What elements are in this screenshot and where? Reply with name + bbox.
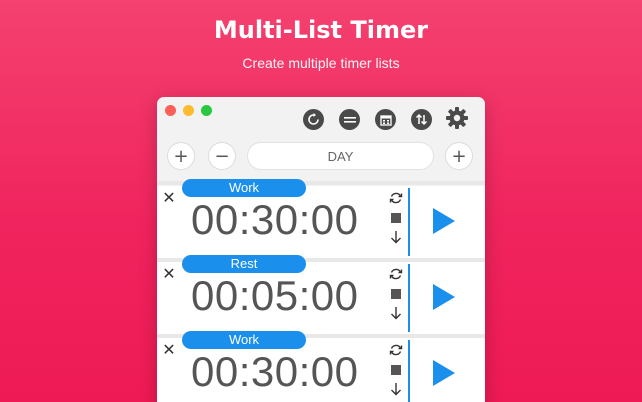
play-icon[interactable]: [433, 208, 455, 234]
arrow-down-icon[interactable]: [388, 229, 404, 245]
minimize-window-button[interactable]: [183, 105, 194, 116]
close-window-button[interactable]: [165, 105, 176, 116]
timer-row: Work ✕ 00:30:00: [157, 331, 485, 402]
reset-all-icon[interactable]: [303, 109, 324, 130]
timer-divider-line: [408, 340, 410, 402]
gear-icon[interactable]: [445, 106, 469, 130]
hero-subtitle: Create multiple timer lists: [242, 55, 400, 71]
list-controls: + − DAY +: [157, 141, 485, 181]
remove-list-button[interactable]: −: [208, 142, 236, 170]
delete-timer-icon[interactable]: ✕: [162, 266, 176, 282]
timer-divider-line: [408, 188, 410, 256]
timer-row: Rest ✕ 00:05:00: [157, 255, 485, 334]
add-list-button[interactable]: +: [445, 142, 473, 170]
reset-timer-icon[interactable]: [388, 342, 404, 358]
timer-row: Work ✕ 00:30:00: [157, 179, 485, 258]
play-icon[interactable]: [433, 360, 455, 386]
timer-label[interactable]: Rest: [182, 255, 306, 273]
stop-icon[interactable]: [388, 286, 404, 302]
timer-divider-line: [408, 264, 410, 332]
timer-display[interactable]: 00:05:00: [191, 272, 381, 320]
reset-timer-icon[interactable]: [388, 190, 404, 206]
arrow-down-icon[interactable]: [388, 305, 404, 321]
play-icon[interactable]: [433, 284, 455, 310]
add-timer-button[interactable]: +: [167, 142, 195, 170]
app-window: + − DAY + Work ✕ 00:30:00 Rest ✕ 00:05:0…: [157, 97, 485, 402]
hero-title: Multi-List Timer: [213, 16, 429, 44]
arrow-down-icon[interactable]: [388, 381, 404, 397]
timer-display[interactable]: 00:30:00: [191, 348, 381, 396]
calendar-icon[interactable]: [375, 109, 396, 130]
zoom-window-button[interactable]: [201, 105, 212, 116]
sort-icon[interactable]: [411, 109, 432, 130]
title-bar: [157, 97, 485, 141]
delete-timer-icon[interactable]: ✕: [162, 342, 176, 358]
list-name-field[interactable]: DAY: [247, 142, 434, 170]
delete-timer-icon[interactable]: ✕: [162, 190, 176, 206]
timer-label[interactable]: Work: [182, 331, 306, 349]
stop-icon[interactable]: [388, 362, 404, 378]
timer-display[interactable]: 00:30:00: [191, 196, 381, 244]
timer-label[interactable]: Work: [182, 179, 306, 197]
list-icon[interactable]: [339, 109, 360, 130]
stop-icon[interactable]: [388, 210, 404, 226]
reset-timer-icon[interactable]: [388, 266, 404, 282]
